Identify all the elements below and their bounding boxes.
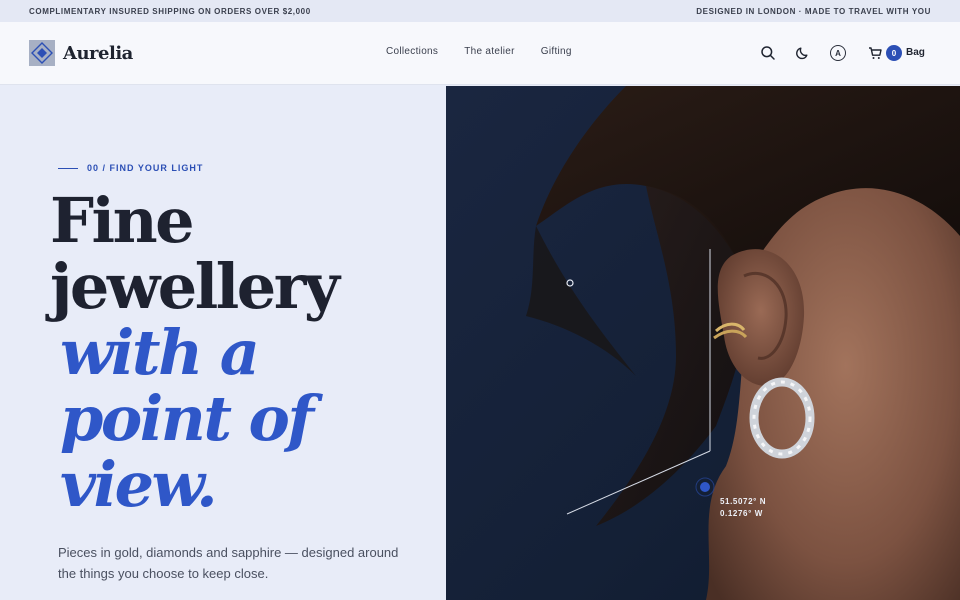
headline-line-1: Fine — [50, 184, 195, 257]
brand-logo[interactable]: Aurelia — [29, 40, 133, 66]
eyebrow: 00 / FIND YOUR LIGHT — [58, 163, 203, 173]
main-header: Aurelia Collections The atelier Gifting — [0, 22, 960, 85]
hero-image: 51.5072° N 0.1276° W — [446, 86, 960, 600]
origin-notice: DESIGNED IN LONDON · MADE TO TRAVEL WITH… — [696, 6, 931, 16]
diamond-logo-icon — [29, 40, 55, 66]
nav-item-atelier[interactable]: The atelier — [464, 46, 515, 57]
nav-item-collections[interactable]: Collections — [386, 46, 438, 57]
coord-lon: 0.1276° W — [720, 509, 763, 518]
hero-lede: Pieces in gold, diamonds and sapphire — … — [58, 545, 399, 581]
hero-copy: 00 / FIND YOUR LIGHT Fine jewellery with… — [0, 86, 446, 600]
brand-name: Aurelia — [63, 42, 133, 64]
search-icon[interactable] — [758, 43, 778, 63]
earring-portrait-illustration: 51.5072° N 0.1276° W — [446, 86, 960, 600]
hero-headline: Fine jewellery with a point of view. — [50, 184, 340, 521]
moon-icon[interactable] — [793, 43, 813, 63]
shipping-notice: COMPLIMENTARY INSURED SHIPPING ON ORDERS… — [29, 6, 311, 16]
coord-lat: 51.5072° N — [720, 497, 766, 506]
eyebrow-text: 00 / FIND YOUR LIGHT — [87, 163, 204, 173]
bag-label[interactable]: Bag — [906, 47, 925, 58]
announcement-bar: COMPLIMENTARY INSURED SHIPPING ON ORDERS… — [0, 0, 960, 22]
headline-line-4: point of — [60, 382, 314, 455]
account-letter: A — [830, 45, 846, 61]
headline-line-2: jewellery — [50, 250, 340, 323]
bag-icon[interactable] — [865, 43, 885, 63]
eyebrow-rule — [58, 167, 78, 169]
bag-count-badge[interactable]: 0 — [886, 45, 902, 61]
headline-line-3: with a — [60, 316, 260, 389]
nav-item-gifting[interactable]: Gifting — [541, 46, 572, 57]
headline-line-5: view. — [60, 448, 218, 521]
account-button[interactable]: A — [828, 43, 848, 63]
primary-nav: Collections The atelier Gifting — [386, 46, 572, 57]
